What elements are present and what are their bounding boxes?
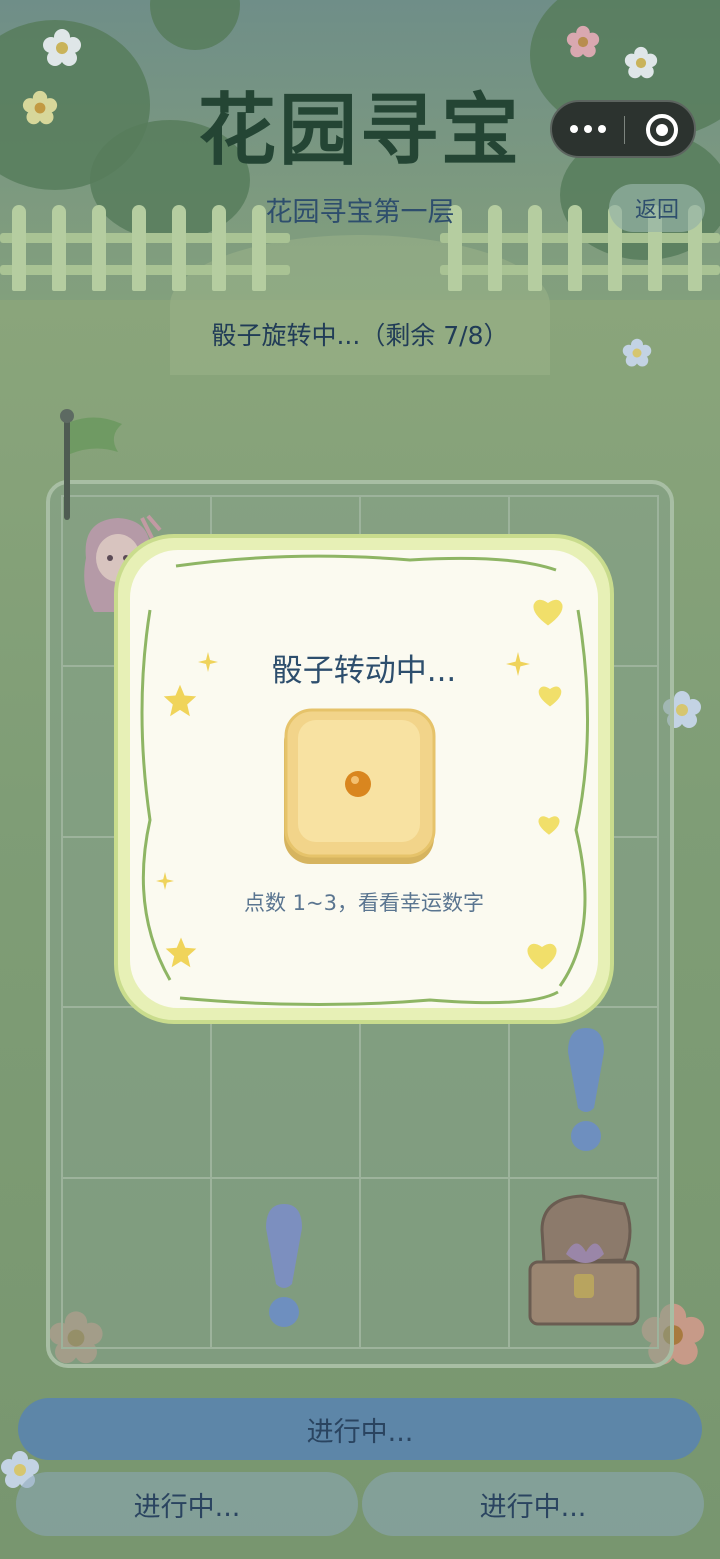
exclamation-icon xyxy=(568,1028,604,1151)
board-cell xyxy=(61,1006,212,1179)
progress-main-button[interactable]: 进行中... xyxy=(18,1398,702,1460)
modal-title: 骰子转动中... xyxy=(271,653,457,689)
progress-left-button[interactable]: 进行中... xyxy=(16,1472,358,1536)
board-cell xyxy=(359,1176,510,1349)
board-cell xyxy=(61,1176,212,1349)
mini-program-capsule xyxy=(550,100,696,158)
board-cell xyxy=(359,1006,510,1179)
heart-icon xyxy=(527,943,557,970)
heart-icon xyxy=(533,599,563,626)
dice-rolling-modal: 骰子转动中... 点数 1~3，看看幸运数字 xyxy=(110,530,618,1028)
more-dots-icon[interactable] xyxy=(552,102,624,156)
back-button[interactable]: 返回 xyxy=(609,184,705,232)
exclamation-icon xyxy=(266,1204,302,1327)
dice-icon xyxy=(284,708,436,864)
star-icon xyxy=(165,937,197,968)
progress-right-button[interactable]: 进行中... xyxy=(362,1472,704,1536)
flag-icon xyxy=(60,409,122,520)
board-cell xyxy=(210,1006,361,1179)
modal-hint: 点数 1~3，看看幸运数字 xyxy=(244,891,484,915)
capsule-divider xyxy=(624,116,625,144)
target-circle-icon[interactable] xyxy=(646,114,678,146)
flower-icon xyxy=(43,29,81,66)
heart-icon xyxy=(538,816,560,835)
treasure-chest-icon xyxy=(528,1194,640,1326)
flower-icon xyxy=(566,25,600,58)
dice-status-text: 骰子旋转中...（剩余 7/8） xyxy=(211,321,509,350)
